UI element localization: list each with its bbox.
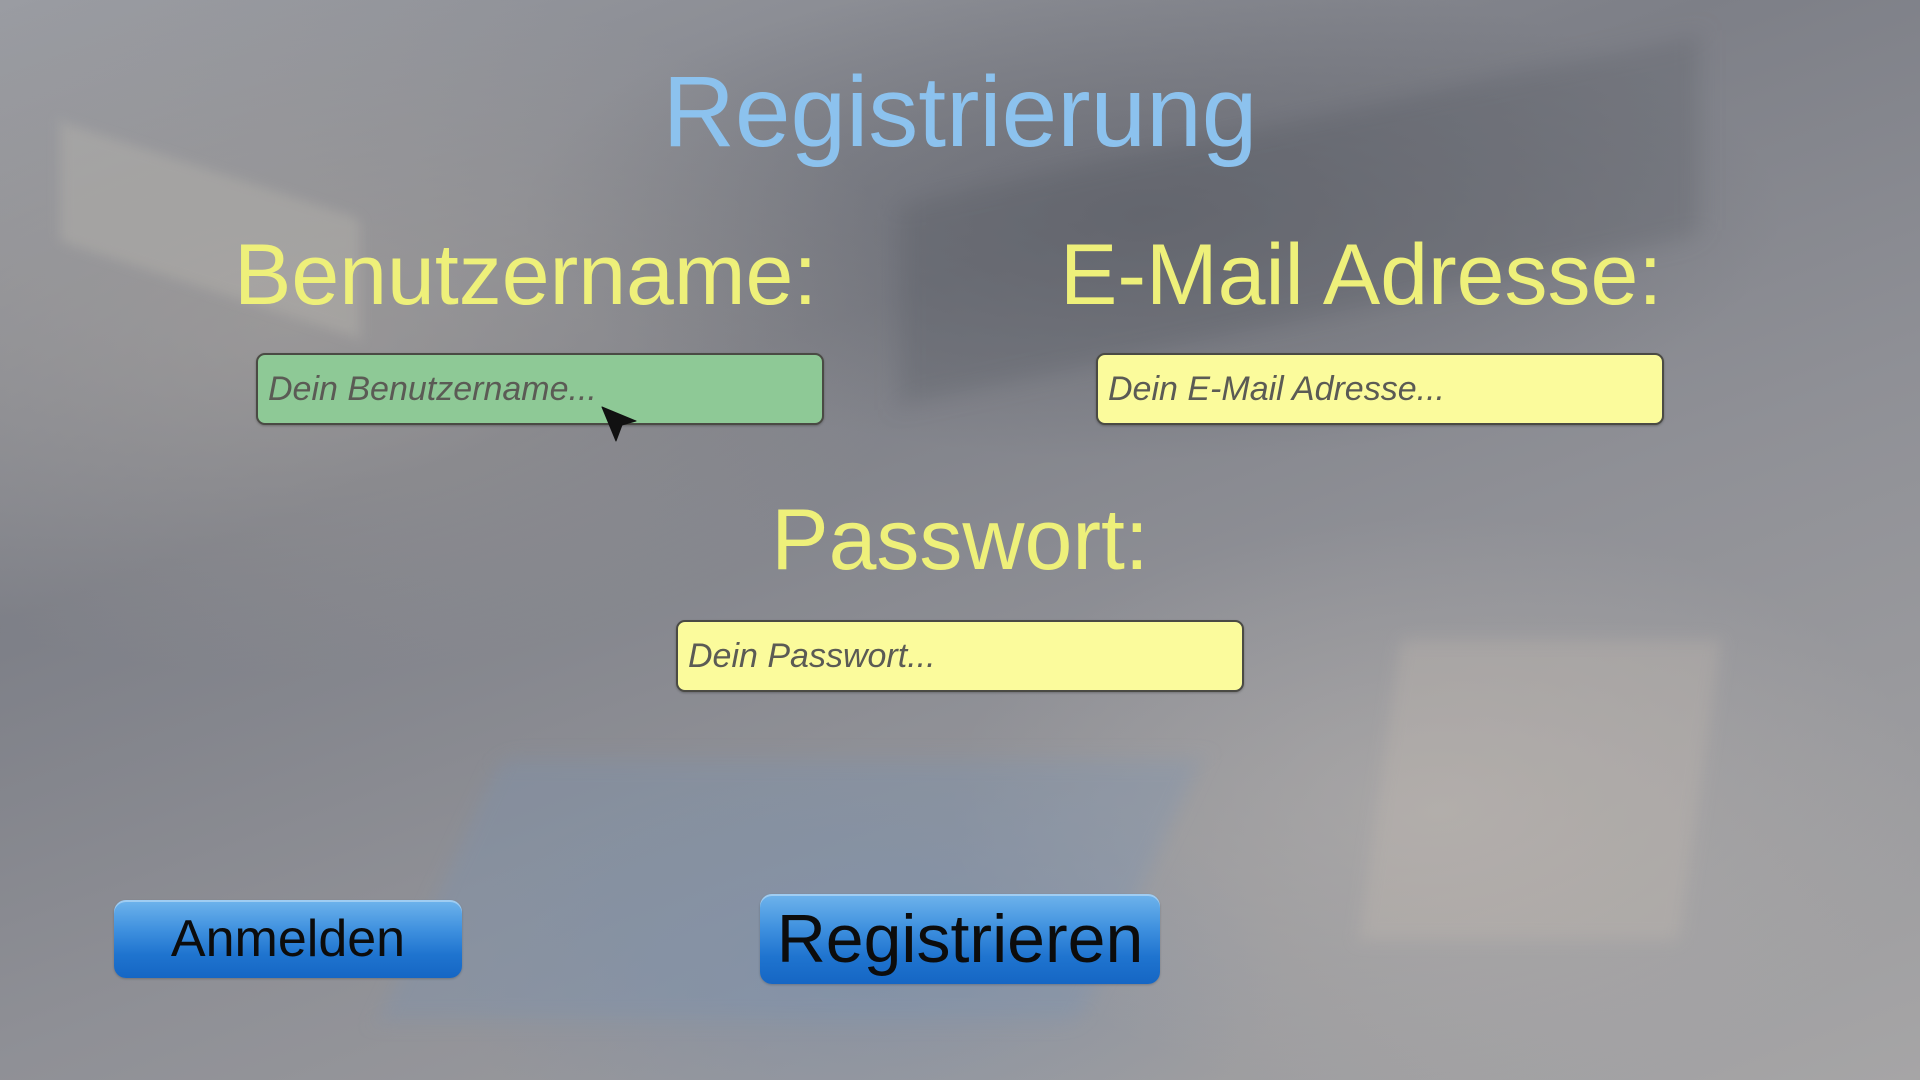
email-label: E-Mail Adresse: (1060, 227, 1663, 323)
username-label: Benutzername: (234, 227, 818, 323)
page-title: Registrierung (662, 56, 1258, 168)
email-field[interactable] (1096, 353, 1664, 425)
register-button[interactable]: Registrieren (760, 894, 1160, 984)
background-shape (1358, 640, 1722, 940)
username-field[interactable] (256, 353, 824, 425)
password-field[interactable] (676, 620, 1244, 692)
password-label: Passwort: (771, 492, 1149, 588)
login-button[interactable]: Anmelden (114, 900, 462, 978)
